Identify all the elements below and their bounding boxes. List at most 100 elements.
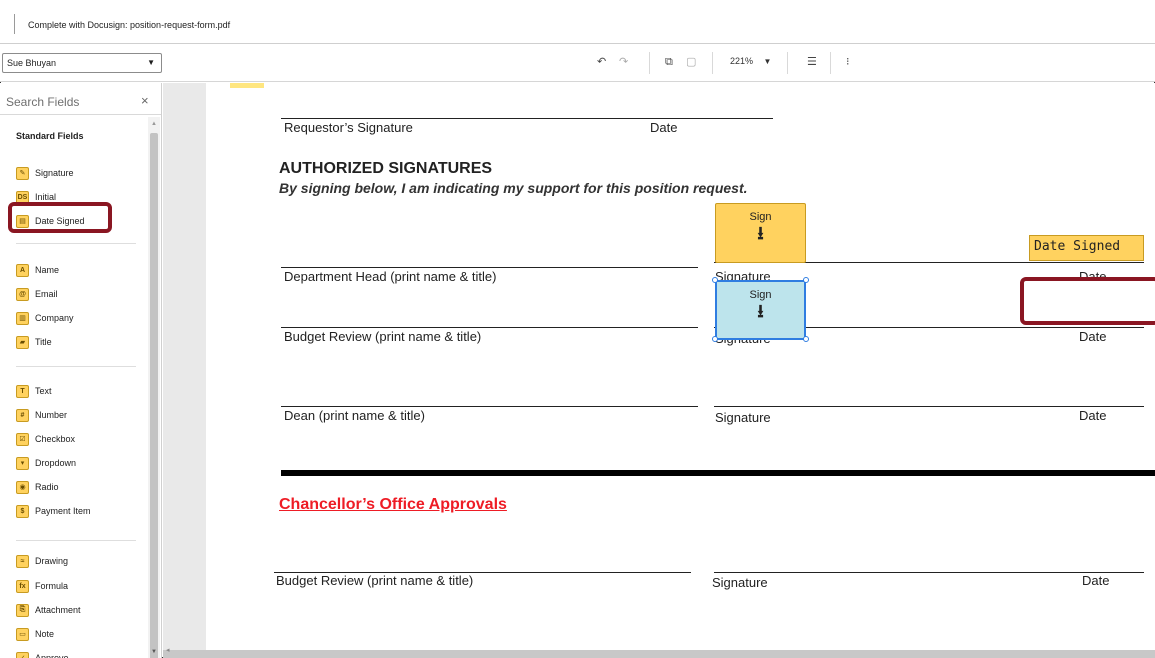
field-item-label: Radio [35,482,59,492]
name-icon: A [16,263,29,277]
copy-icon[interactable]: ⧉ [665,55,673,69]
field-item[interactable]: ◉ Radio [16,480,59,494]
signer-select[interactable]: Sue Bhuyan ▼ [2,53,162,73]
email-icon: @ [16,287,29,301]
field-item-label: Email [35,289,58,299]
sign-here-tag-selected[interactable]: Sign ⭳ [715,280,806,340]
authorized-heading: AUTHORIZED SIGNATURES [279,160,493,177]
field-item[interactable]: ▰ Title [16,335,52,349]
sign-tag-label: Sign [749,211,772,223]
divider [16,366,136,367]
field-item-label: Title [35,337,52,347]
field-item-label: Company [35,313,74,323]
field-item[interactable]: ▥ Company [16,311,74,325]
field-item-label: Payment Item [35,506,91,516]
field-tree-icon[interactable]: ⁝ [846,55,850,69]
scroll-left-icon[interactable]: ◂ [166,646,170,654]
field-item[interactable]: fx Formula [16,579,68,593]
divider [16,540,136,541]
field-item[interactable]: # Number [16,408,67,422]
field-item-label: Formula [35,581,69,591]
field-item-label: Signature [35,168,74,178]
toolbar-divider [830,52,831,74]
divider [16,243,136,244]
radio-icon: ◉ [16,480,29,494]
resize-handle[interactable] [803,336,809,342]
formula-icon: fx [16,579,29,593]
dept-head-label: Department Head (print name & title) [284,269,497,284]
date-label: Date [1082,573,1110,588]
checkbox-icon: ☑ [16,432,29,446]
fields-sidebar: Search Fields × Standard Fields ✎ Signatu… [0,83,162,658]
field-item[interactable]: $ Payment Item [16,504,91,518]
number-icon: # [16,408,29,422]
chancellor-heading: Chancellor’s Office Approvals [279,496,507,513]
resize-handle[interactable] [712,277,718,283]
window-title: Complete with Docusign: position-request… [28,20,231,30]
toolbar: Sue Bhuyan ▼ ↶ ↷ ⧉ ▢ 221% ▼ ☰ ⁝ [0,44,1155,82]
field-tag-partial [230,83,264,88]
text-icon: T [16,384,29,398]
download-arrow-icon: ⭳ [757,223,764,243]
field-item[interactable]: ▭ Note [16,627,54,641]
date-label: Date [1079,408,1107,423]
scroll-down-icon[interactable]: ▼ [151,649,157,655]
signature-icon: ✎ [16,166,29,180]
field-item[interactable]: T Text [16,384,52,398]
field-item[interactable]: ✓ Approve [16,651,69,658]
close-icon[interactable]: × [141,93,149,108]
payment-icon: $ [16,504,29,518]
field-item[interactable]: ≈ Drawing [16,554,68,568]
paste-icon[interactable]: ▢ [686,55,696,69]
field-item[interactable]: A Name [16,263,59,277]
field-item-label: Initial [35,192,57,202]
download-arrow-icon: ⭳ [757,301,764,321]
scroll-up-icon[interactable]: ▲ [151,121,157,127]
dean-label: Dean (print name & title) [284,408,425,423]
title-divider [14,14,15,34]
scrollbar-thumb[interactable] [150,133,158,658]
field-item[interactable]: ☑ Checkbox [16,432,75,446]
budget-review-2-label: Budget Review (print name & title) [276,573,474,588]
horizontal-scrollbar[interactable] [163,650,1155,658]
search-input[interactable]: Search Fields [6,95,79,109]
sign-tag-label: Sign [749,289,772,301]
field-item[interactable]: ⎘ Attachment [16,603,81,617]
company-icon: ▥ [16,311,29,325]
field-item[interactable]: ✎ Signature [16,166,74,180]
field-item-label: Drawing [35,556,69,566]
sign-here-tag[interactable]: Sign ⭳ [715,203,806,263]
title-icon: ▰ [16,335,29,349]
document-viewport[interactable]: Requestor’s Signature Date AUTHORIZED SI… [163,83,1155,658]
field-item-label: Approve [35,653,69,658]
signature-label: Signature [712,575,768,590]
title-bar: Complete with Docusign: position-request… [0,0,1155,44]
section-rule [281,470,1155,476]
field-item-label: Attachment [35,605,81,615]
resize-handle[interactable] [712,336,718,342]
requestor-signature-label: Requestor’s Signature [284,120,413,135]
signature-line [714,406,1144,407]
requestor-date-label: Date [650,120,678,135]
undo-icon[interactable]: ↶ [597,55,606,69]
section-title: Standard Fields [16,131,84,141]
highlight-drop-target [1020,277,1155,325]
toolbar-divider [649,52,650,74]
field-item-label: Text [35,386,52,396]
signature-label: Signature [715,410,771,425]
resize-handle[interactable] [803,277,809,283]
date-signed-tag[interactable]: Date Signed [1029,235,1144,261]
attachment-icon: ⎘ [16,603,29,617]
date-label: Date [1079,329,1107,344]
name-line [281,327,698,328]
field-item-label: Number [35,410,68,420]
name-line [281,267,698,268]
redo-icon[interactable]: ↷ [619,55,628,69]
note-icon: ▭ [16,627,29,641]
field-item[interactable]: ▾ Dropdown [16,456,76,470]
field-item[interactable]: @ Email [16,287,58,301]
zoom-value: 221% [730,56,754,66]
search-fields[interactable]: Search Fields × [0,83,161,115]
zoom-select[interactable]: 221% ▼ [730,56,771,66]
comment-icon[interactable]: ☰ [807,55,817,69]
